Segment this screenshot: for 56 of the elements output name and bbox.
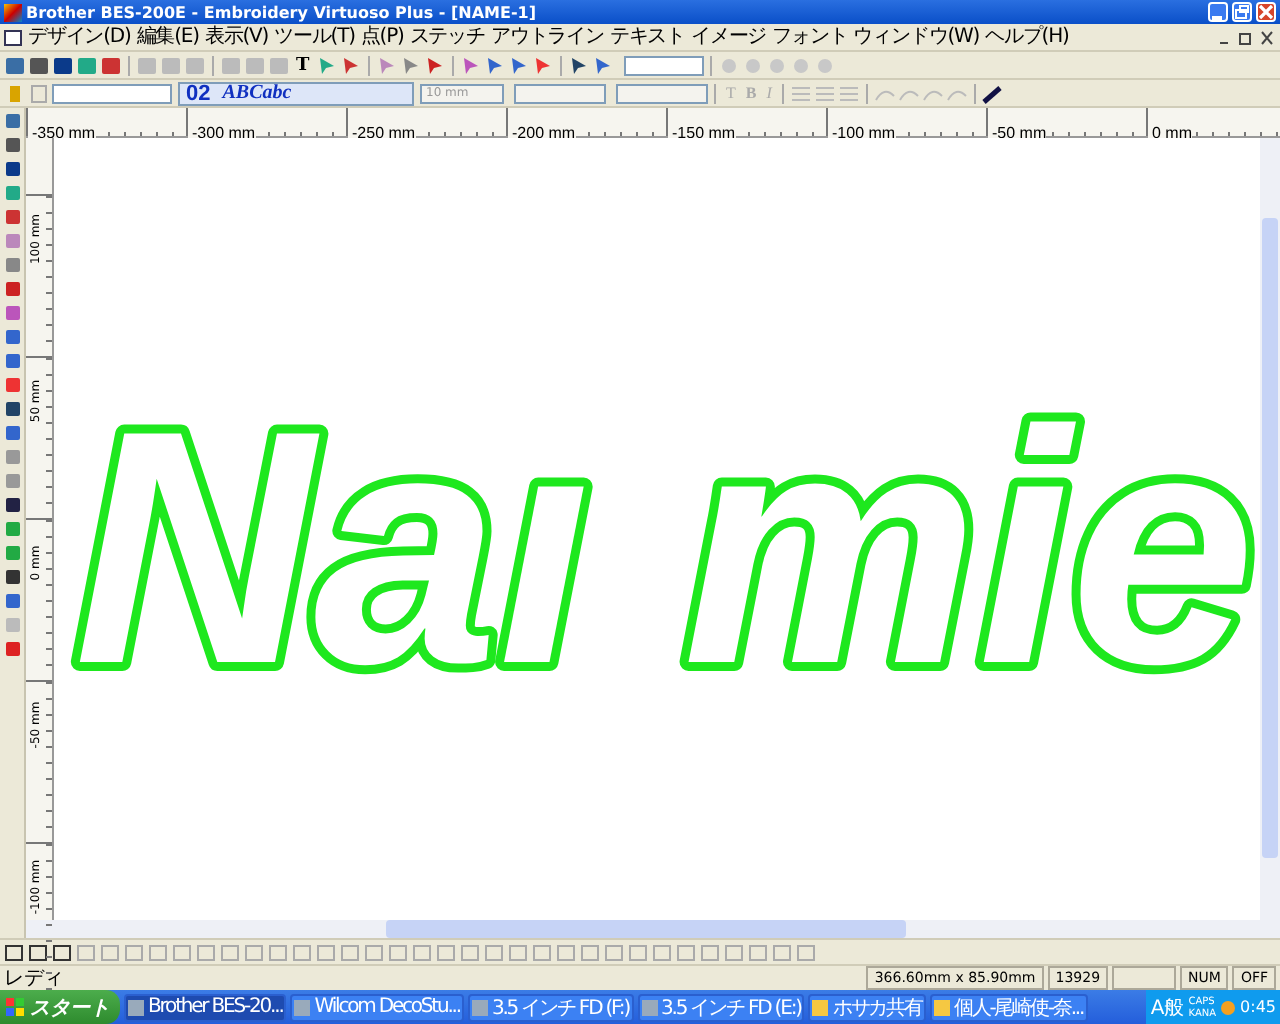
mdi-window-controls-icon[interactable] <box>1216 29 1276 45</box>
menu-item[interactable]: アウトライン <box>490 25 604 49</box>
ime-indicator: A般 <box>1150 995 1185 1021</box>
window-icon <box>471 999 488 1015</box>
menu-item[interactable]: ウィンドウ(W) <box>853 25 980 49</box>
menu-item[interactable]: ステッチ <box>409 25 485 49</box>
taskbar-button[interactable]: 3.5 インチ FD (F:) <box>467 993 634 1021</box>
align-icon[interactable] <box>813 83 836 103</box>
status-pane <box>1112 966 1177 990</box>
layout-tool-icon[interactable] <box>28 943 50 961</box>
restore-button[interactable] <box>1232 2 1252 22</box>
window-title: Brother BES-200E - Embroidery Virtuoso Plus - [NAME-1] <box>26 3 538 21</box>
document-icon <box>4 29 22 45</box>
window-icon <box>641 999 658 1015</box>
taskbar-button[interactable]: 3.5 インチ FD (E:) <box>637 993 805 1021</box>
menu-item[interactable]: フォント <box>772 25 848 49</box>
horizontal-scrollbar[interactable] <box>26 920 1280 938</box>
layout-tool-icon[interactable] <box>52 943 74 961</box>
network-icon <box>1220 999 1237 1015</box>
taskbar-button[interactable]: Wilcom DecoStu... <box>290 993 464 1021</box>
menu-item[interactable]: ツール(T) <box>274 25 355 49</box>
windows-flag-icon <box>6 997 26 1017</box>
menu-item[interactable]: ヘルプ(H) <box>985 25 1069 49</box>
spinner-field[interactable] <box>514 83 606 103</box>
window-icon <box>128 999 144 1015</box>
menu-item[interactable]: 編集(E) <box>136 25 199 49</box>
window-icon <box>812 999 829 1015</box>
restore-icon <box>1234 4 1250 20</box>
menu-item[interactable]: 表示(V) <box>204 25 269 49</box>
dropdown-field[interactable] <box>623 55 704 75</box>
spinner-field[interactable] <box>616 83 708 103</box>
close-icon <box>1258 4 1274 20</box>
vertical-scrollbar[interactable] <box>1260 138 1280 920</box>
font-dropdown[interactable]: 02 ABCabc <box>178 81 414 105</box>
status-message: レディ <box>4 966 64 992</box>
window-icon <box>933 999 950 1015</box>
menu-item[interactable]: テキスト <box>609 25 685 49</box>
taskbar-button[interactable]: ホサカ共有 <box>808 993 926 1021</box>
minimize-button[interactable] <box>1208 2 1228 22</box>
menu-item[interactable]: デザイン(D) <box>28 25 131 49</box>
align-icon[interactable] <box>837 83 860 103</box>
align-icon[interactable] <box>789 83 812 103</box>
embroidery-text: Naı mie <box>74 364 1255 734</box>
taskbar-button[interactable]: 個人-尾崎使-奈... <box>929 993 1088 1021</box>
taskbar-button[interactable]: Brother BES-20... <box>124 993 287 1021</box>
dropdown-field[interactable] <box>52 83 172 103</box>
arrow-pointer-icon[interactable] <box>315 55 338 75</box>
clock: 0:45 <box>1240 998 1276 1016</box>
app-logo-icon <box>4 3 22 21</box>
text-tool-button[interactable]: T <box>292 55 314 75</box>
layout-tool-icon[interactable] <box>4 943 26 961</box>
start-button[interactable]: スタート <box>0 990 120 1024</box>
close-button[interactable] <box>1256 2 1276 22</box>
menu-item[interactable]: 点(P) <box>360 25 404 49</box>
window-icon <box>294 999 311 1015</box>
menu-item[interactable]: イメージ <box>690 25 767 49</box>
